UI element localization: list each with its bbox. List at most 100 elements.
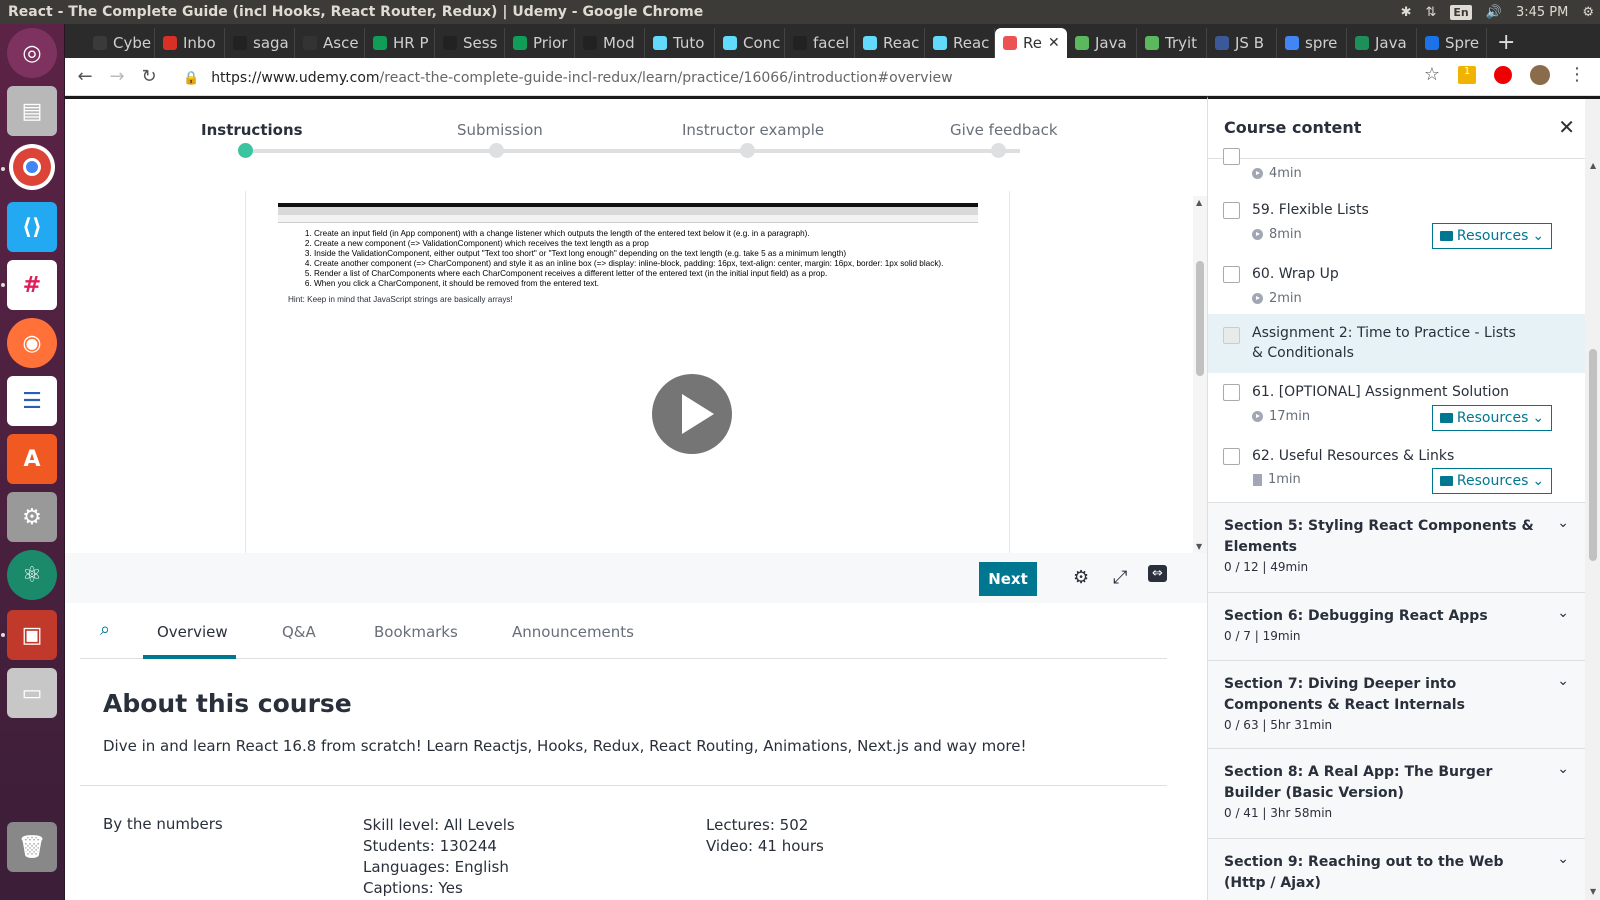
tab-qa[interactable]: Q&A [282, 623, 316, 641]
browser-tab[interactable]: Reac [925, 28, 995, 58]
lecture-item-60[interactable]: 60. Wrap Up 2min [1208, 254, 1585, 314]
chevron-down-icon[interactable]: ⌄ [1557, 851, 1569, 867]
chevron-down-icon[interactable]: ⌄ [1557, 605, 1569, 621]
lecture-checkbox[interactable] [1223, 148, 1240, 165]
sidebar-scrollbar[interactable]: ▲ ▼ [1585, 99, 1600, 900]
profile-avatar[interactable] [1530, 64, 1550, 85]
section-7[interactable]: Section 7: Diving Deeper into Components… [1208, 660, 1585, 748]
list-item[interactable]: 4min [1208, 148, 1585, 190]
browser-tab[interactable]: Prior [505, 28, 575, 58]
browser-tab[interactable]: Mod [575, 28, 645, 58]
video-player[interactable]: Create an input field (in App component)… [245, 191, 1010, 553]
scroll-down-arrow[interactable]: ▼ [1196, 542, 1202, 551]
lecture-item-61[interactable]: 61. [OPTIONAL] Assignment Solution 17min… [1208, 373, 1585, 436]
content-scrollbar[interactable]: ▲ ▼ [1193, 196, 1207, 556]
reload-icon[interactable]: ↻ [133, 66, 165, 87]
vscode-icon[interactable]: ⟨⟩ [7, 202, 57, 252]
scroll-thumb[interactable] [1589, 349, 1597, 561]
tab-overview[interactable]: Overview [157, 623, 228, 641]
clock[interactable]: 3:45 PM [1516, 5, 1568, 20]
lecture-item-59[interactable]: 59. Flexible Lists 8min Resources ⌄ [1208, 190, 1585, 254]
browser-tab[interactable]: Asce [295, 28, 365, 58]
chrome-icon[interactable] [9, 144, 55, 190]
browser-tab[interactable]: Java [1347, 28, 1417, 58]
browser-tab[interactable]: saga [225, 28, 295, 58]
scroll-down-arrow[interactable]: ▼ [1590, 887, 1596, 896]
tab-announcements[interactable]: Announcements [512, 623, 634, 641]
section-9[interactable]: Section 9: Reaching out to the Web (Http… [1208, 838, 1585, 900]
chevron-down-icon[interactable]: ⌄ [1557, 761, 1569, 777]
section-8[interactable]: Section 8: A Real App: The Burger Builde… [1208, 748, 1585, 838]
disk-drive-icon[interactable]: ▭ [7, 668, 57, 718]
network-icon[interactable]: ⇅ [1426, 5, 1437, 20]
trash-icon[interactable]: 🗑 [7, 822, 57, 872]
assignment-item-current[interactable]: Assignment 2: Time to Practice - Lists &… [1208, 314, 1585, 373]
software-center-icon[interactable]: A [7, 434, 57, 484]
resources-dropdown-button[interactable]: Resources ⌄ [1432, 405, 1552, 431]
scroll-thumb[interactable] [1196, 261, 1204, 376]
system-settings-icon[interactable]: ⚙ [7, 492, 57, 542]
ubuntu-dash-icon[interactable]: ◎ [7, 28, 57, 78]
lecture-checkbox[interactable] [1223, 384, 1240, 401]
lecture-item-62[interactable]: 62. Useful Resources & Links 1min Resour… [1208, 436, 1585, 502]
browser-tab[interactable]: Spre [1417, 28, 1487, 58]
slack-tray-icon[interactable]: ✱ [1401, 5, 1412, 20]
step-instructor-example[interactable]: Instructor example [682, 121, 824, 139]
section-5[interactable]: Section 5: Styling React Components & El… [1208, 502, 1585, 592]
atom-icon[interactable]: ⚛ [7, 550, 57, 600]
settings-gear-icon[interactable]: ⚙ [1073, 567, 1089, 588]
firefox-icon[interactable]: ◉ [7, 318, 57, 368]
slack-icon[interactable]: # [7, 260, 57, 310]
chevron-down-icon[interactable]: ⌄ [1557, 515, 1569, 531]
lecture-checkbox[interactable] [1223, 327, 1240, 344]
play-button[interactable] [652, 374, 732, 454]
scroll-up-arrow[interactable]: ▲ [1196, 198, 1202, 207]
chevron-down-icon[interactable]: ⌄ [1557, 673, 1569, 689]
extension-icon[interactable]: 1 [1458, 65, 1476, 84]
browser-tab-active[interactable]: Re ✕ [995, 28, 1067, 58]
browser-tab[interactable]: HR P [365, 28, 435, 58]
expand-width-icon[interactable]: ⇔ [1148, 565, 1167, 582]
step-submission[interactable]: Submission [457, 121, 543, 139]
browser-tab[interactable]: spre [1277, 28, 1347, 58]
browser-tab[interactable]: Tryit [1137, 28, 1207, 58]
adblock-extension-icon[interactable] [1494, 65, 1512, 84]
resources-dropdown-button[interactable]: Resources ⌄ [1432, 468, 1552, 494]
lecture-checkbox[interactable] [1223, 266, 1240, 283]
next-button[interactable]: Next [979, 562, 1037, 596]
volume-icon[interactable]: 🔊 [1486, 5, 1502, 20]
section-6[interactable]: Section 6: Debugging React Apps 0 / 7 | … [1208, 592, 1585, 660]
browser-tab[interactable]: JS B [1207, 28, 1277, 58]
keyboard-language[interactable]: En [1450, 4, 1472, 20]
browser-tab[interactable]: Conc [715, 28, 785, 58]
lecture-checkbox[interactable] [1223, 448, 1240, 465]
step-dot-submission[interactable] [489, 143, 504, 158]
close-icon[interactable]: ✕ [1558, 115, 1575, 139]
browser-tab[interactable]: Cybe [85, 28, 155, 58]
step-instructions[interactable]: Instructions [201, 121, 303, 139]
browser-tab[interactable]: Java [1067, 28, 1137, 58]
libreoffice-writer-icon[interactable]: ☰ [7, 376, 57, 426]
search-icon[interactable]: ⌕ [100, 619, 110, 640]
browser-tab[interactable]: Tuto [645, 28, 715, 58]
browser-tab[interactable]: facel [785, 28, 855, 58]
tab-bookmarks[interactable]: Bookmarks [374, 623, 458, 641]
browser-tab[interactable]: Inbo [155, 28, 225, 58]
step-give-feedback[interactable]: Give feedback [950, 121, 1058, 139]
resources-dropdown-button[interactable]: Resources ⌄ [1432, 223, 1552, 249]
files-icon[interactable]: ▤ [7, 86, 57, 136]
forward-icon[interactable]: → [101, 66, 133, 87]
step-dot-give-feedback[interactable] [991, 143, 1006, 158]
close-tab-icon[interactable]: ✕ [1048, 35, 1060, 51]
chrome-menu-icon[interactable]: ⋮ [1568, 64, 1586, 85]
new-tab-button[interactable]: + [1497, 30, 1515, 55]
bookmark-star-icon[interactable]: ☆ [1424, 64, 1440, 85]
address-bar[interactable]: 🔒 https://www.udemy.com/react-the-comple… [183, 65, 1413, 91]
lecture-checkbox[interactable] [1223, 202, 1240, 219]
scroll-up-arrow[interactable]: ▲ [1590, 161, 1596, 170]
terminal-app-icon[interactable]: ▣ [7, 610, 57, 660]
step-dot-instructions[interactable] [238, 143, 253, 158]
step-dot-instructor-example[interactable] [740, 143, 755, 158]
fullscreen-icon[interactable]: ⤢ [1113, 567, 1127, 588]
back-icon[interactable]: ← [69, 66, 101, 87]
